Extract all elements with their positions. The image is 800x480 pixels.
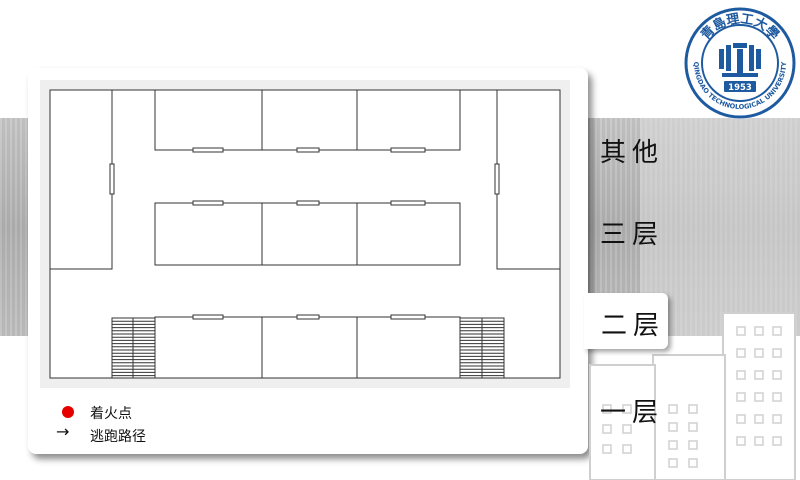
room-bottom-2 bbox=[261, 316, 358, 379]
fire-point-label: 着火点 bbox=[90, 406, 132, 422]
floor-plan bbox=[49, 89, 561, 379]
room-top-1 bbox=[154, 89, 263, 151]
room-middle-2 bbox=[261, 202, 358, 266]
room-middle-3 bbox=[356, 202, 461, 266]
staircase-right bbox=[459, 317, 505, 379]
route-arrow-icon: → bbox=[56, 422, 70, 441]
floor-tab-second[interactable]: 二层 bbox=[601, 305, 665, 342]
floor-tab-other[interactable]: 其他 bbox=[600, 132, 664, 169]
door bbox=[109, 163, 115, 195]
staircase-left bbox=[111, 317, 156, 379]
logo-year: 1953 bbox=[728, 83, 752, 93]
door bbox=[390, 314, 426, 320]
fire-point-marker bbox=[62, 406, 74, 418]
university-logo: 青島理工大學 QINGDAO TECHNOLOGICAL UNIVERSITY … bbox=[684, 7, 796, 119]
floor-tab-first[interactable]: 一层 bbox=[600, 392, 664, 429]
door bbox=[192, 147, 224, 153]
left-wing-room bbox=[49, 89, 113, 270]
door bbox=[296, 147, 320, 153]
right-wing-room bbox=[496, 89, 561, 270]
room-top-2 bbox=[261, 89, 358, 151]
door bbox=[192, 314, 224, 320]
door bbox=[494, 163, 500, 195]
door bbox=[296, 200, 320, 206]
floor-tab-third[interactable]: 三层 bbox=[600, 214, 664, 251]
room-bottom-1 bbox=[154, 316, 263, 379]
door bbox=[192, 200, 224, 206]
door bbox=[390, 200, 426, 206]
escape-route-label: 逃跑路径 bbox=[90, 429, 146, 445]
door bbox=[296, 314, 320, 320]
room-middle-1 bbox=[154, 202, 263, 266]
door bbox=[390, 147, 426, 153]
room-top-3 bbox=[356, 89, 461, 151]
room-bottom-3 bbox=[356, 316, 461, 379]
